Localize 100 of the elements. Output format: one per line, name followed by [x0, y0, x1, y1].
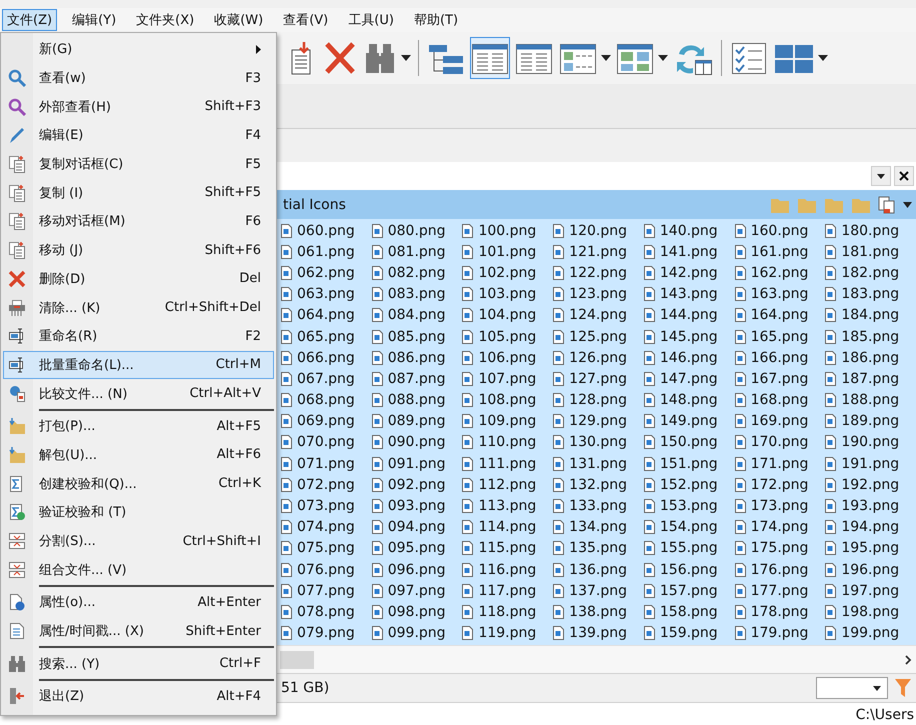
menu-item[interactable]: 比较文件... (N) Ctrl+Alt+V — [3, 379, 274, 408]
file-name[interactable]: 114.png — [478, 519, 536, 536]
file-name[interactable]: 191.png — [841, 456, 900, 472]
dropdown-caret-icon[interactable] — [601, 55, 611, 61]
file-name[interactable]: 082.png — [388, 264, 446, 281]
file-name[interactable]: 173.png — [750, 498, 808, 514]
file-name[interactable]: 133.png — [569, 498, 627, 514]
file-name[interactable]: 168.png — [750, 392, 808, 408]
file-name[interactable]: 134.png — [569, 519, 627, 536]
file-name[interactable]: 091.png — [388, 456, 446, 472]
file-name[interactable]: 101.png — [478, 244, 536, 260]
menu-item[interactable]: 移动对话框(M) F6 — [3, 207, 274, 236]
close-button[interactable] — [894, 166, 914, 186]
file-name[interactable]: 117.png — [478, 582, 536, 599]
file-name[interactable]: 139.png — [569, 625, 627, 642]
dropdown-button[interactable] — [871, 166, 891, 186]
file-name[interactable]: 090.png — [388, 434, 446, 450]
file-name[interactable]: 138.png — [569, 604, 627, 620]
file-name[interactable]: 196.png — [841, 562, 900, 578]
file-name[interactable]: 121.png — [569, 244, 627, 260]
file-name[interactable]: 135.png — [569, 540, 627, 556]
file-name[interactable]: 160.png — [750, 222, 808, 239]
file-name[interactable]: 075.png — [297, 540, 355, 556]
menu-item[interactable]: 解包(U)... Alt+F6 — [3, 440, 274, 470]
file-name[interactable]: 067.png — [297, 370, 355, 387]
menu-item[interactable]: 查看(V) — [278, 9, 334, 31]
menu-item[interactable]: 文件(Z) — [2, 9, 58, 31]
file-name[interactable]: 165.png — [750, 328, 808, 345]
menu-item[interactable]: 复制对话框(C) F5 — [3, 150, 274, 178]
file-name[interactable]: 087.png — [388, 370, 446, 387]
file-name[interactable]: 126.png — [569, 350, 627, 366]
dropdown-caret-icon[interactable] — [818, 55, 828, 61]
file-name[interactable]: 086.png — [388, 350, 446, 366]
menu-item[interactable]: 帮助(T) — [408, 9, 464, 31]
file-name[interactable]: 111.png — [478, 456, 536, 472]
file-name[interactable]: 175.png — [750, 540, 808, 556]
file-name[interactable]: 179.png — [750, 625, 808, 642]
file-name[interactable]: 184.png — [841, 307, 900, 324]
menu-item[interactable]: 编辑(Y) — [67, 9, 122, 31]
file-name[interactable]: 183.png — [841, 286, 900, 302]
file-name[interactable]: 197.png — [841, 582, 900, 599]
file-name[interactable]: 188.png — [841, 392, 900, 408]
file-name[interactable]: 096.png — [388, 562, 446, 578]
file-name[interactable]: 167.png — [750, 370, 808, 387]
file-name[interactable]: 169.png — [750, 413, 808, 430]
file-name[interactable]: 180.png — [841, 222, 900, 239]
file-name[interactable]: 187.png — [841, 370, 900, 387]
file-name[interactable]: 066.png — [297, 350, 355, 366]
file-name[interactable]: 185.png — [841, 328, 900, 345]
menu-item[interactable]: 移动 (J) Shift+F6 — [3, 236, 274, 264]
file-name[interactable]: 092.png — [388, 476, 446, 493]
file-name[interactable]: 125.png — [569, 328, 627, 345]
file-name[interactable]: 166.png — [750, 350, 808, 366]
menu-item[interactable]: 打包(P)... Alt+F5 — [3, 412, 274, 441]
file-name[interactable]: 131.png — [569, 456, 627, 472]
list-view-button[interactable] — [470, 37, 510, 79]
file-name[interactable]: 080.png — [388, 222, 446, 239]
menu-item[interactable]: 分割(S)... Ctrl+Shift+I — [3, 526, 274, 556]
file-name[interactable]: 099.png — [388, 625, 446, 642]
file-name[interactable]: 098.png — [388, 604, 446, 620]
menu-item[interactable]: 属性/时间戳... (X) Shift+Enter — [3, 616, 274, 646]
file-name[interactable]: 089.png — [388, 413, 446, 430]
file-name[interactable]: 186.png — [841, 350, 900, 366]
file-name[interactable]: 154.png — [660, 519, 718, 536]
file-name[interactable]: 146.png — [660, 350, 718, 366]
file-name[interactable]: 129.png — [569, 413, 627, 430]
file-name[interactable]: 060.png — [297, 222, 355, 239]
menu-item[interactable]: 属性(o)... Alt+Enter — [3, 588, 274, 617]
menu-item[interactable]: 批量重命名(L)... Ctrl+M — [3, 350, 274, 380]
menu-item[interactable]: 新(G) — [3, 35, 274, 64]
file-name[interactable]: 140.png — [660, 222, 718, 239]
file-name[interactable]: 116.png — [478, 562, 536, 578]
file-name[interactable]: 103.png — [478, 286, 536, 302]
file-name[interactable]: 110.png — [478, 434, 536, 450]
file-name[interactable]: 195.png — [841, 540, 900, 556]
file-name[interactable]: 068.png — [297, 392, 355, 408]
file-name[interactable]: 094.png — [388, 519, 446, 536]
file-name[interactable]: 124.png — [569, 307, 627, 324]
file-name[interactable]: 153.png — [660, 498, 718, 514]
file-name[interactable]: 145.png — [660, 328, 718, 345]
file-name[interactable]: 181.png — [841, 244, 900, 260]
file-name[interactable]: 072.png — [297, 476, 355, 493]
file-name[interactable]: 148.png — [660, 392, 718, 408]
file-name[interactable]: 105.png — [478, 328, 536, 345]
scrollbar-thumb[interactable] — [280, 650, 314, 668]
file-name[interactable]: 063.png — [297, 286, 355, 302]
file-name[interactable]: 079.png — [297, 625, 355, 642]
file-name[interactable]: 177.png — [750, 582, 808, 599]
file-name[interactable]: 193.png — [841, 498, 900, 514]
file-name[interactable]: 152.png — [660, 476, 718, 493]
file-name[interactable]: 170.png — [750, 434, 808, 450]
menu-item[interactable]: 搜索... (Y) Ctrl+F — [3, 649, 274, 678]
file-name[interactable]: 141.png — [660, 244, 718, 260]
file-name[interactable]: 112.png — [478, 476, 536, 493]
file-name[interactable]: 108.png — [478, 392, 536, 408]
file-name[interactable]: 172.png — [750, 476, 808, 493]
file-name[interactable]: 176.png — [750, 562, 808, 578]
file-name[interactable]: 174.png — [750, 519, 808, 536]
menu-item[interactable]: 外部查看(H) Shift+F3 — [3, 92, 274, 122]
menu-item[interactable]: 验证校验和 (T) — [3, 498, 274, 527]
